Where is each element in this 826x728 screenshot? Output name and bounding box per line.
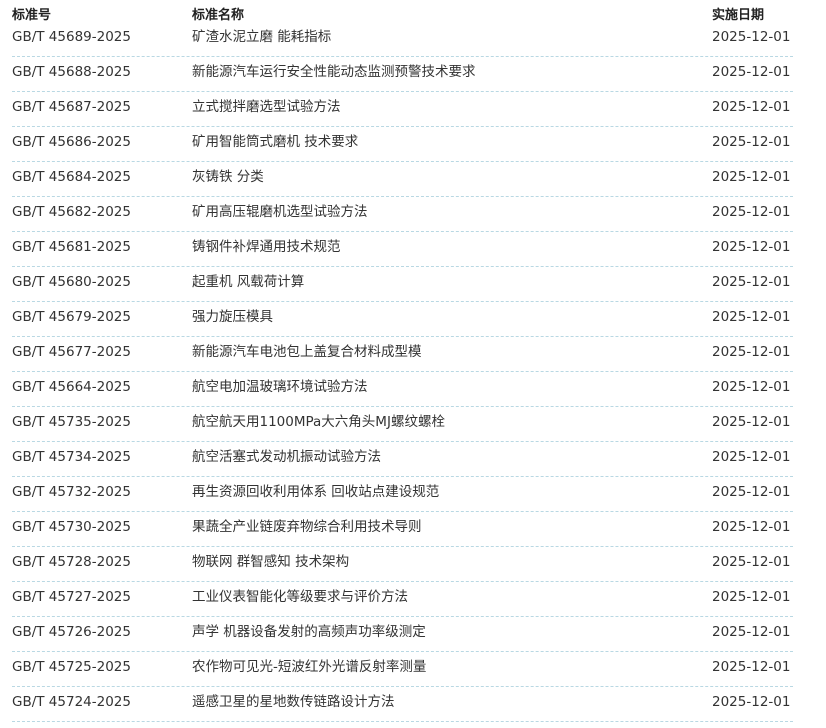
header-standard-name: 标准名称 [192, 8, 245, 23]
standard-name-link[interactable]: 遥感卫星的星地数传链路设计方法 [192, 695, 395, 710]
implementation-date: 2025-12-01 [712, 344, 791, 360]
implementation-date: 2025-12-01 [712, 29, 791, 45]
table-row[interactable]: GB/T 45724-2025 遥感卫星的星地数传链路设计方法 2025-12-01 [0, 687, 826, 722]
standard-number-link[interactable]: GB/T 45724-2025 [12, 695, 131, 710]
table-row[interactable]: GB/T 45727-2025 工业仪表智能化等级要求与评价方法 2025-12-0… [0, 582, 826, 617]
standard-name-link[interactable]: 矿用高压辊磨机选型试验方法 [192, 205, 368, 220]
table-row[interactable]: GB/T 45728-2025 物联网 群智感知 技术架构 2025-12-01 [0, 547, 826, 582]
table-row[interactable]: GB/T 45681-2025 铸钢件补焊通用技术规范 2025-12-01 [0, 232, 826, 267]
table-row[interactable]: GB/T 45734-2025 航空活塞式发动机振动试验方法 2025-12-01 [0, 442, 826, 477]
table-row[interactable]: GB/T 45686-2025 矿用智能筒式磨机 技术要求 2025-12-01 [0, 127, 826, 162]
implementation-date: 2025-12-01 [712, 379, 791, 395]
standard-number-link[interactable]: GB/T 45732-2025 [12, 485, 131, 500]
standard-number-link[interactable]: GB/T 45664-2025 [12, 380, 131, 395]
standard-name-link[interactable]: 强力旋压模具 [192, 310, 273, 325]
table-row[interactable]: GB/T 45725-2025 农作物可见光-短波红外光谱反射率测量 2025-12… [0, 652, 826, 687]
table-row[interactable]: GB/T 45684-2025 灰铸铁 分类 2025-12-01 [0, 162, 826, 197]
implementation-date: 2025-12-01 [712, 589, 791, 605]
header-standard-number: 标准号 [12, 8, 52, 23]
standard-name-link[interactable]: 再生资源回收利用体系 回收站点建设规范 [192, 485, 439, 500]
standard-number-link[interactable]: GB/T 45679-2025 [12, 310, 131, 325]
standard-name-link[interactable]: 果蔬全产业链废弃物综合利用技术导则 [192, 520, 422, 535]
standards-table: 标准号 标准名称 实施日期 GB/T 45689-2025 矿渣水泥立磨 能耗指标… [0, 0, 826, 722]
standard-number-link[interactable]: GB/T 45725-2025 [12, 660, 131, 675]
table-body: GB/T 45689-2025 矿渣水泥立磨 能耗指标 2025-12-01 GB/T… [0, 24, 826, 722]
implementation-date: 2025-12-01 [712, 169, 791, 185]
standard-name-link[interactable]: 航空航天用1100MPa大六角头MJ螺纹螺栓 [192, 415, 445, 430]
standard-number-link[interactable]: GB/T 45688-2025 [12, 65, 131, 80]
standard-number-link[interactable]: GB/T 45681-2025 [12, 240, 131, 255]
standard-number-link[interactable]: GB/T 45728-2025 [12, 555, 131, 570]
standard-number-link[interactable]: GB/T 45735-2025 [12, 415, 131, 430]
implementation-date: 2025-12-01 [712, 624, 791, 640]
table-header: 标准号 标准名称 实施日期 [0, 0, 826, 24]
implementation-date: 2025-12-01 [712, 309, 791, 325]
standard-name-link[interactable]: 矿渣水泥立磨 能耗指标 [192, 30, 331, 45]
standard-number-link[interactable]: GB/T 45726-2025 [12, 625, 131, 640]
table-row[interactable]: GB/T 45680-2025 起重机 风载荷计算 2025-12-01 [0, 267, 826, 302]
implementation-date: 2025-12-01 [712, 414, 791, 430]
standard-number-link[interactable]: GB/T 45686-2025 [12, 135, 131, 150]
standard-name-link[interactable]: 航空电加温玻璃环境试验方法 [192, 380, 368, 395]
table-row[interactable]: GB/T 45730-2025 果蔬全产业链废弃物综合利用技术导则 2025-12-… [0, 512, 826, 547]
standard-name-link[interactable]: 新能源汽车运行安全性能动态监测预警技术要求 [192, 65, 476, 80]
implementation-date: 2025-12-01 [712, 694, 791, 710]
table-row[interactable]: GB/T 45682-2025 矿用高压辊磨机选型试验方法 2025-12-01 [0, 197, 826, 232]
standard-number-link[interactable]: GB/T 45684-2025 [12, 170, 131, 185]
standard-name-link[interactable]: 航空活塞式发动机振动试验方法 [192, 450, 381, 465]
table-row[interactable]: GB/T 45735-2025 航空航天用1100MPa大六角头MJ螺纹螺栓 202… [0, 407, 826, 442]
implementation-date: 2025-12-01 [712, 274, 791, 290]
implementation-date: 2025-12-01 [712, 204, 791, 220]
table-row[interactable]: GB/T 45687-2025 立式搅拌磨选型试验方法 2025-12-01 [0, 92, 826, 127]
standard-number-link[interactable]: GB/T 45682-2025 [12, 205, 131, 220]
table-row[interactable]: GB/T 45726-2025 声学 机器设备发射的高频声功率级测定 2025-12… [0, 617, 826, 652]
implementation-date: 2025-12-01 [712, 99, 791, 115]
standard-number-link[interactable]: GB/T 45677-2025 [12, 345, 131, 360]
standard-number-link[interactable]: GB/T 45727-2025 [12, 590, 131, 605]
standard-name-link[interactable]: 矿用智能筒式磨机 技术要求 [192, 135, 358, 150]
implementation-date: 2025-12-01 [712, 484, 791, 500]
implementation-date: 2025-12-01 [712, 239, 791, 255]
standard-number-link[interactable]: GB/T 45680-2025 [12, 275, 131, 290]
standard-number-link[interactable]: GB/T 45687-2025 [12, 100, 131, 115]
standard-number-link[interactable]: GB/T 45689-2025 [12, 30, 131, 45]
standard-name-link[interactable]: 工业仪表智能化等级要求与评价方法 [192, 590, 408, 605]
standard-name-link[interactable]: 新能源汽车电池包上盖复合材料成型模 [192, 345, 422, 360]
standard-name-link[interactable]: 物联网 群智感知 技术架构 [192, 555, 349, 570]
table-row[interactable]: GB/T 45689-2025 矿渣水泥立磨 能耗指标 2025-12-01 [0, 24, 826, 57]
implementation-date: 2025-12-01 [712, 134, 791, 150]
standard-name-link[interactable]: 灰铸铁 分类 [192, 170, 264, 185]
header-implementation-date: 实施日期 [712, 8, 765, 23]
table-row[interactable]: GB/T 45677-2025 新能源汽车电池包上盖复合材料成型模 2025-12-… [0, 337, 826, 372]
implementation-date: 2025-12-01 [712, 554, 791, 570]
table-row[interactable]: GB/T 45688-2025 新能源汽车运行安全性能动态监测预警技术要求 2025… [0, 57, 826, 92]
standard-name-link[interactable]: 农作物可见光-短波红外光谱反射率测量 [192, 660, 426, 675]
table-row[interactable]: GB/T 45679-2025 强力旋压模具 2025-12-01 [0, 302, 826, 337]
standard-number-link[interactable]: GB/T 45734-2025 [12, 450, 131, 465]
implementation-date: 2025-12-01 [712, 64, 791, 80]
standard-name-link[interactable]: 起重机 风载荷计算 [192, 275, 304, 290]
standard-name-link[interactable]: 立式搅拌磨选型试验方法 [192, 100, 341, 115]
table-row[interactable]: GB/T 45732-2025 再生资源回收利用体系 回收站点建设规范 2025-1… [0, 477, 826, 512]
implementation-date: 2025-12-01 [712, 449, 791, 465]
standard-number-link[interactable]: GB/T 45730-2025 [12, 520, 131, 535]
implementation-date: 2025-12-01 [712, 519, 791, 535]
standard-name-link[interactable]: 声学 机器设备发射的高频声功率级测定 [192, 625, 426, 640]
standard-name-link[interactable]: 铸钢件补焊通用技术规范 [192, 240, 341, 255]
implementation-date: 2025-12-01 [712, 659, 791, 675]
table-row[interactable]: GB/T 45664-2025 航空电加温玻璃环境试验方法 2025-12-01 [0, 372, 826, 407]
